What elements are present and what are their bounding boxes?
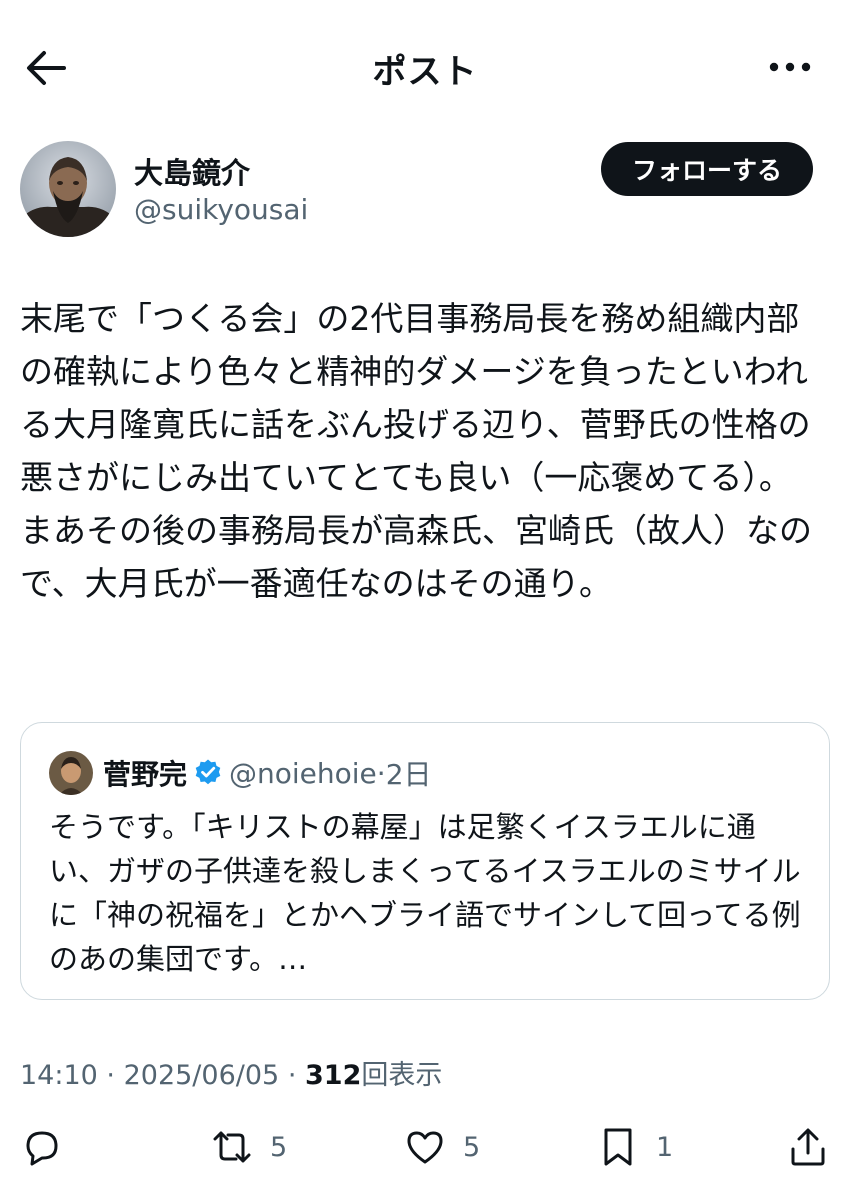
quoted-post-header: 菅野完 @noiehoie · 2日 <box>103 753 432 793</box>
reply-button[interactable] <box>20 1118 80 1176</box>
post-time: 14:10 <box>20 1060 98 1091</box>
author-handle[interactable]: @suikyousai <box>134 193 308 226</box>
separator-dot: · <box>287 1060 297 1091</box>
quoted-author-name: 菅野完 <box>103 758 188 791</box>
like-button[interactable]: 5 <box>403 1118 480 1176</box>
retweet-button[interactable]: 5 <box>210 1118 287 1176</box>
avatar-image <box>20 141 116 237</box>
separator-dot: · <box>106 1060 115 1091</box>
header-bar: ポスト <box>0 0 850 135</box>
verified-badge-icon <box>195 759 221 785</box>
share-icon <box>791 1128 825 1166</box>
quoted-post-card[interactable]: 菅野完 @noiehoie · 2日 そうです。「キリストの幕屋」は足繁くイスラ… <box>20 722 830 1000</box>
post-text: 末尾で「つくる会」の2代目事務局長を務め組織内部の確執により色々と精神的ダメージ… <box>20 299 812 603</box>
retweet-count: 5 <box>270 1131 288 1163</box>
reply-icon <box>26 1131 58 1166</box>
bookmark-count: 1 <box>656 1131 674 1163</box>
post-metadata: 14:10 · 2025/06/05 · 312回表示 <box>20 1053 442 1092</box>
avatar-image <box>49 751 93 795</box>
more-horizontal-icon <box>769 62 811 72</box>
quoted-post-time: 2日 <box>385 758 432 791</box>
like-count: 5 <box>463 1131 481 1163</box>
quoted-author-handle: @noiehoie <box>229 756 377 790</box>
separator-dot: · <box>376 756 386 790</box>
bookmark-icon <box>604 1128 632 1166</box>
more-button[interactable] <box>768 56 812 78</box>
bookmark-button[interactable]: 1 <box>596 1118 673 1176</box>
heart-icon <box>407 1131 443 1164</box>
view-count-label: 回表示 <box>361 1060 443 1091</box>
share-button[interactable] <box>786 1118 830 1176</box>
follow-button[interactable]: フォローする <box>601 142 813 196</box>
post-date: 2025/06/05 <box>123 1060 280 1091</box>
view-count: 312 <box>305 1060 362 1091</box>
quoted-author-avatar <box>49 751 93 795</box>
retweet-icon <box>213 1131 251 1163</box>
action-bar: 5 5 1 <box>0 1118 850 1176</box>
page-title: ポスト <box>372 52 478 92</box>
author-avatar[interactable] <box>20 141 116 237</box>
author-display-name[interactable]: 大島鏡介 <box>134 150 250 192</box>
quoted-post-text: そうです。「キリストの幕屋」は足繁くイスラエルに通い、ガザの子供達を殺しまくって… <box>49 810 801 976</box>
